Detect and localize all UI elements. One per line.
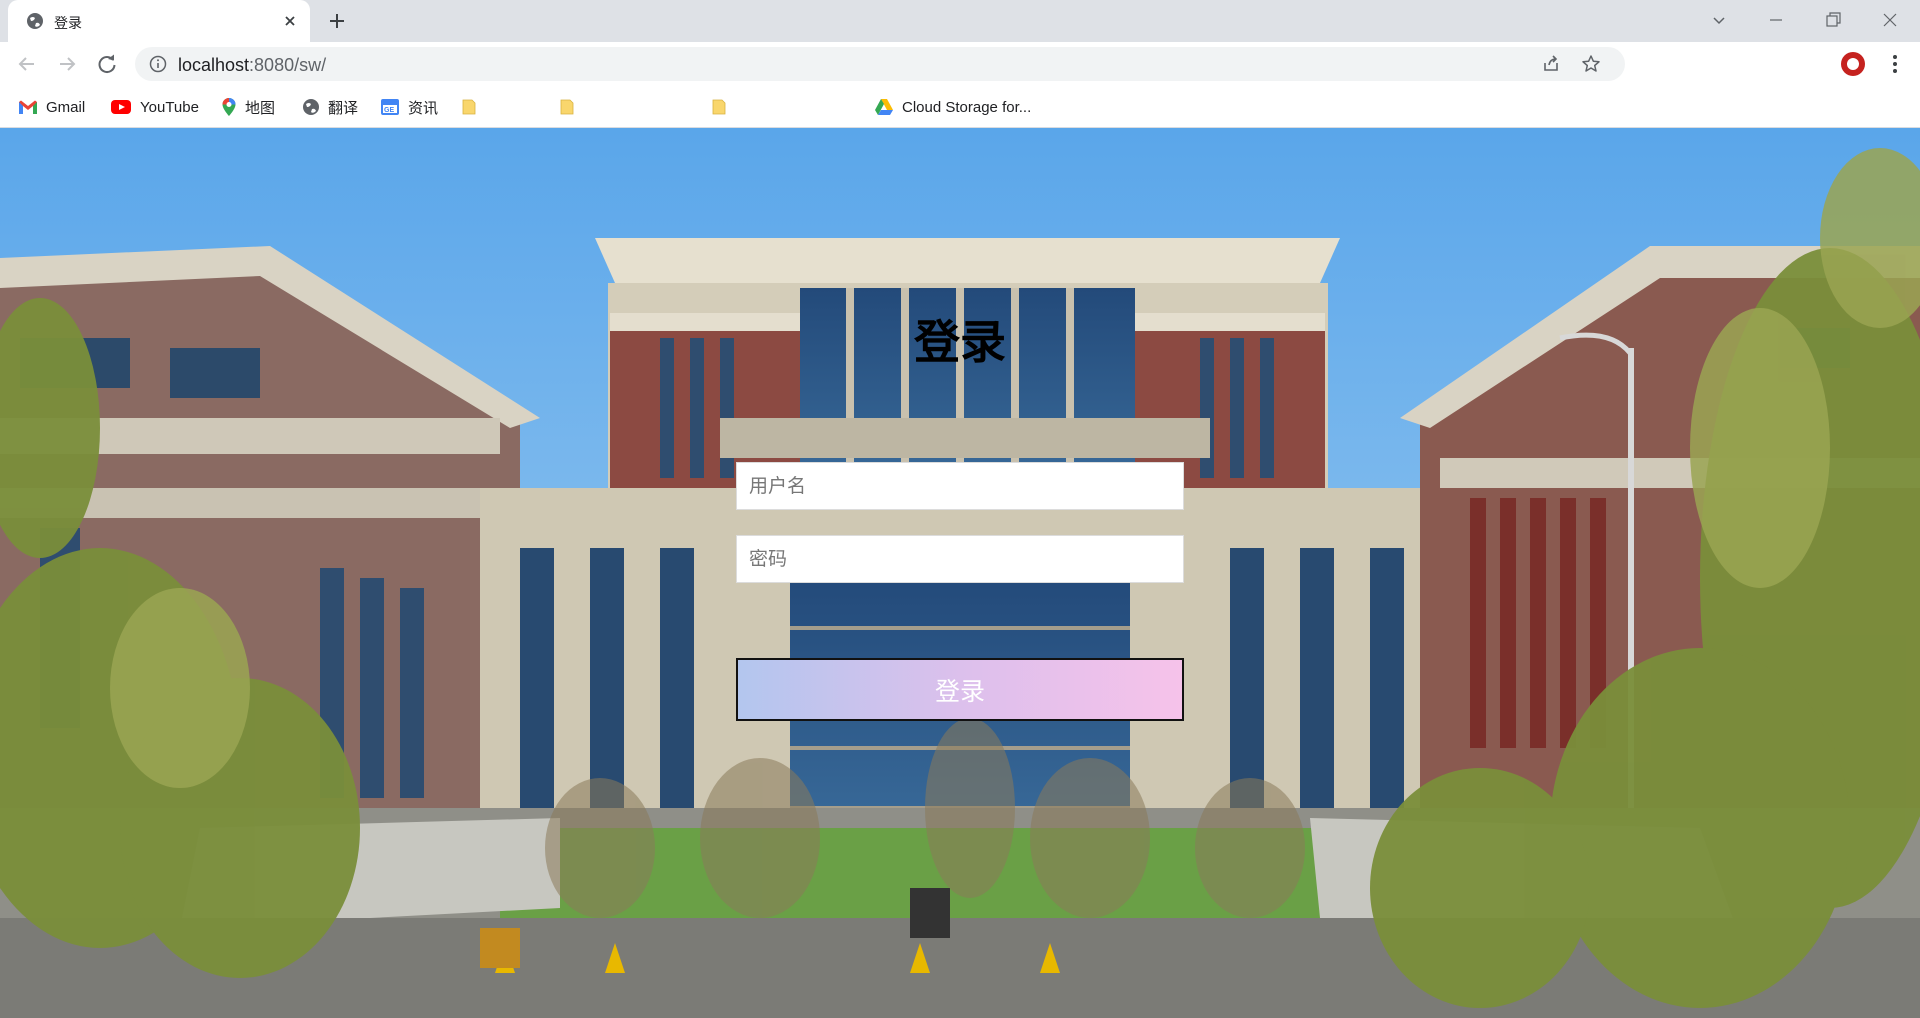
url-text[interactable]: localhost:8080/sw/ <box>178 55 326 76</box>
address-bar[interactable]: localhost:8080/sw/ <box>135 47 1625 81</box>
folder-icon <box>462 99 476 115</box>
bookmark-label: 地图 <box>245 99 276 117</box>
folder-icon <box>560 99 574 115</box>
bookmark-label: Gmail <box>46 98 86 116</box>
bookmarks-bar: Gmail YouTube 地图 翻译 GE 资讯 Cloud Storage … <box>0 86 1920 128</box>
bookmark-star-icon[interactable] <box>1581 54 1601 74</box>
folder-icon <box>712 99 726 115</box>
google-drive-icon <box>875 99 893 115</box>
more-menu-icon[interactable] <box>1882 51 1908 77</box>
close-icon[interactable] <box>280 11 300 31</box>
password-input[interactable] <box>736 535 1184 583</box>
bookmark-folder-1[interactable] <box>461 95 485 119</box>
url-host: localhost <box>178 55 250 75</box>
login-button[interactable]: 登录 <box>736 658 1184 721</box>
forward-icon[interactable] <box>54 51 80 77</box>
share-icon[interactable] <box>1541 54 1561 74</box>
bookmark-gmail[interactable]: Gmail <box>18 95 85 119</box>
site-info-icon[interactable] <box>149 55 167 73</box>
login-page: 登录 登录 <box>0 128 1920 1018</box>
news-icon: GE <box>381 99 399 115</box>
reload-icon[interactable] <box>94 51 120 77</box>
globe-icon <box>303 99 319 115</box>
globe-icon <box>27 13 43 29</box>
url-path: :8080/sw/ <box>249 55 327 75</box>
gmail-icon <box>19 100 37 114</box>
profile-avatar-icon[interactable] <box>1840 51 1866 77</box>
bookmark-cloud-storage[interactable]: Cloud Storage for... <box>874 95 1031 119</box>
login-title: 登录 <box>914 315 1006 369</box>
new-tab-button[interactable] <box>326 10 348 32</box>
browser-toolbar: localhost:8080/sw/ <box>0 42 1920 86</box>
bookmark-label: Cloud Storage for... <box>902 98 1032 116</box>
bookmark-label: 资讯 <box>408 99 439 117</box>
minimize-icon[interactable] <box>1764 8 1788 32</box>
bookmark-folder-3[interactable] <box>711 95 735 119</box>
close-window-icon[interactable] <box>1878 8 1902 32</box>
username-input[interactable] <box>736 462 1184 510</box>
tab-title: 登录 <box>54 15 82 31</box>
bookmark-youtube[interactable]: YouTube <box>110 95 199 119</box>
restore-icon[interactable] <box>1821 8 1845 32</box>
tab-strip: 登录 <box>0 0 1920 42</box>
tab-search-icon[interactable] <box>1707 8 1731 32</box>
bookmark-maps[interactable]: 地图 <box>221 95 275 119</box>
bookmark-news[interactable]: GE 资讯 <box>380 95 438 119</box>
back-icon[interactable] <box>14 51 40 77</box>
bookmark-label: YouTube <box>140 98 199 116</box>
maps-icon <box>222 98 236 116</box>
bookmark-folder-2[interactable] <box>559 95 583 119</box>
bookmark-translate[interactable]: 翻译 <box>302 95 358 119</box>
youtube-icon <box>111 100 131 114</box>
svg-text:GE: GE <box>384 107 394 114</box>
bookmark-label: 翻译 <box>328 99 359 117</box>
active-tab[interactable]: 登录 <box>8 0 310 42</box>
